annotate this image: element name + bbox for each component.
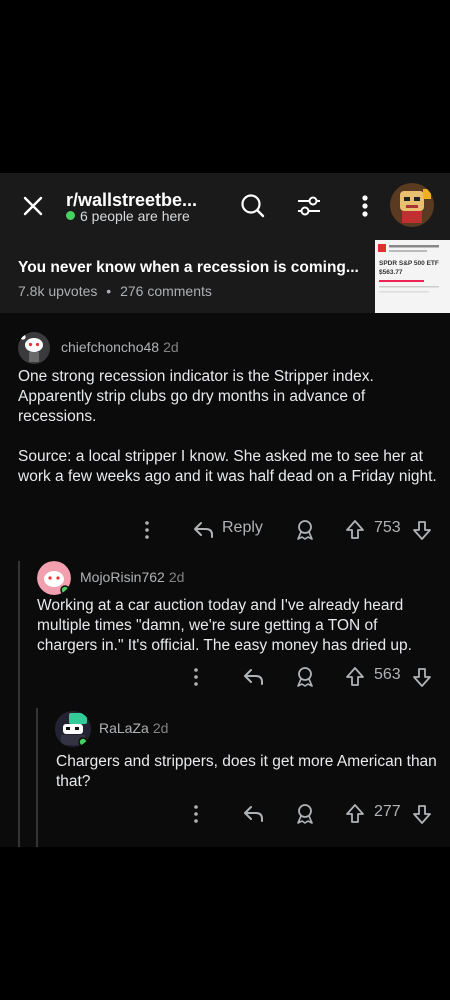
comment-age: 2d [168, 569, 185, 585]
comment: chiefchoncho48 2d One strong recession in… [0, 328, 450, 548]
post-summary[interactable]: You never know when a recession is comin… [0, 237, 450, 313]
comment-author[interactable]: MojoRisin762 2d [80, 569, 184, 585]
online-dot-icon [66, 211, 75, 220]
award-icon[interactable] [294, 518, 316, 542]
comment: MojoRisin762 2d Working at a car auction … [0, 558, 450, 708]
commenter-avatar[interactable] [18, 332, 50, 364]
award-icon[interactable] [294, 665, 316, 689]
comment-paragraph: Source: a local stripper I know. She ask… [18, 448, 437, 485]
comment-body: Chargers and strippers, does it get more… [56, 752, 441, 792]
more-icon[interactable] [189, 665, 203, 689]
comment-age: 2d [152, 720, 169, 736]
comment-paragraph: One strong recession indicator is the St… [18, 368, 374, 425]
downvote-icon[interactable] [412, 802, 432, 826]
author-name[interactable]: RaLaZa [99, 720, 149, 736]
vote-score: 277 [374, 803, 401, 820]
reply-label[interactable]: Reply [222, 519, 263, 537]
upvote-icon[interactable] [345, 518, 365, 542]
reply-icon[interactable] [242, 802, 264, 826]
comment-body: One strong recession indicator is the St… [18, 367, 438, 487]
vote-score: 563 [374, 666, 401, 683]
top-bar: r/wallstreetbe... 6 people are here [0, 173, 450, 237]
post-thumbnail[interactable]: SPDR S&P 500 ETF $563.77 [375, 240, 450, 313]
comment-age: 2d [163, 339, 179, 355]
meta-separator: • [106, 283, 112, 299]
comment-body: Working at a car auction today and I've … [37, 596, 442, 656]
author-name[interactable]: MojoRisin762 [80, 569, 165, 585]
comment-actions: 563 [0, 665, 450, 689]
comment: RaLaZa 2d Chargers and strippers, does it… [0, 708, 450, 847]
downvote-icon[interactable] [412, 665, 432, 689]
reply-icon[interactable] [242, 665, 264, 689]
thumbnail-title: SPDR S&P 500 ETF [379, 260, 439, 267]
comment-author[interactable]: RaLaZa 2d [99, 720, 168, 736]
upvote-icon[interactable] [345, 802, 365, 826]
comment-author[interactable]: chiefchoncho48 2d [61, 339, 179, 355]
comment-paragraph: Chargers and strippers, does it get more… [56, 753, 437, 790]
more-icon[interactable] [140, 518, 154, 542]
award-icon[interactable] [294, 802, 316, 826]
upvote-count: 7.8k upvotes [18, 283, 98, 299]
post-meta: 7.8k upvotes • 276 comments [18, 283, 212, 299]
reddit-app: r/wallstreetbe... 6 people are here You … [0, 173, 450, 847]
author-name[interactable]: chiefchoncho48 [61, 339, 159, 355]
filter-icon[interactable] [294, 191, 324, 221]
online-text: 6 people are here [80, 208, 190, 224]
search-icon[interactable] [238, 191, 268, 221]
comment-actions: Reply 753 [0, 518, 450, 542]
comment-actions: 277 [0, 802, 450, 826]
thumbnail-price: $563.77 [379, 269, 403, 276]
reply-button[interactable]: Reply [192, 518, 272, 542]
vote-score: 753 [374, 519, 401, 536]
close-icon[interactable] [18, 191, 48, 221]
downvote-icon[interactable] [412, 518, 432, 542]
online-count: 6 people are here [66, 208, 190, 224]
comment-paragraph: Working at a car auction today and I've … [37, 597, 412, 654]
post-title[interactable]: You never know when a recession is comin… [18, 259, 359, 277]
commenter-avatar[interactable] [55, 711, 91, 747]
more-icon[interactable] [189, 802, 203, 826]
user-avatar[interactable] [390, 183, 434, 227]
upvote-icon[interactable] [345, 665, 365, 689]
commenter-avatar[interactable] [37, 561, 71, 595]
comment-count: 276 comments [120, 283, 212, 299]
more-icon[interactable] [350, 191, 380, 221]
